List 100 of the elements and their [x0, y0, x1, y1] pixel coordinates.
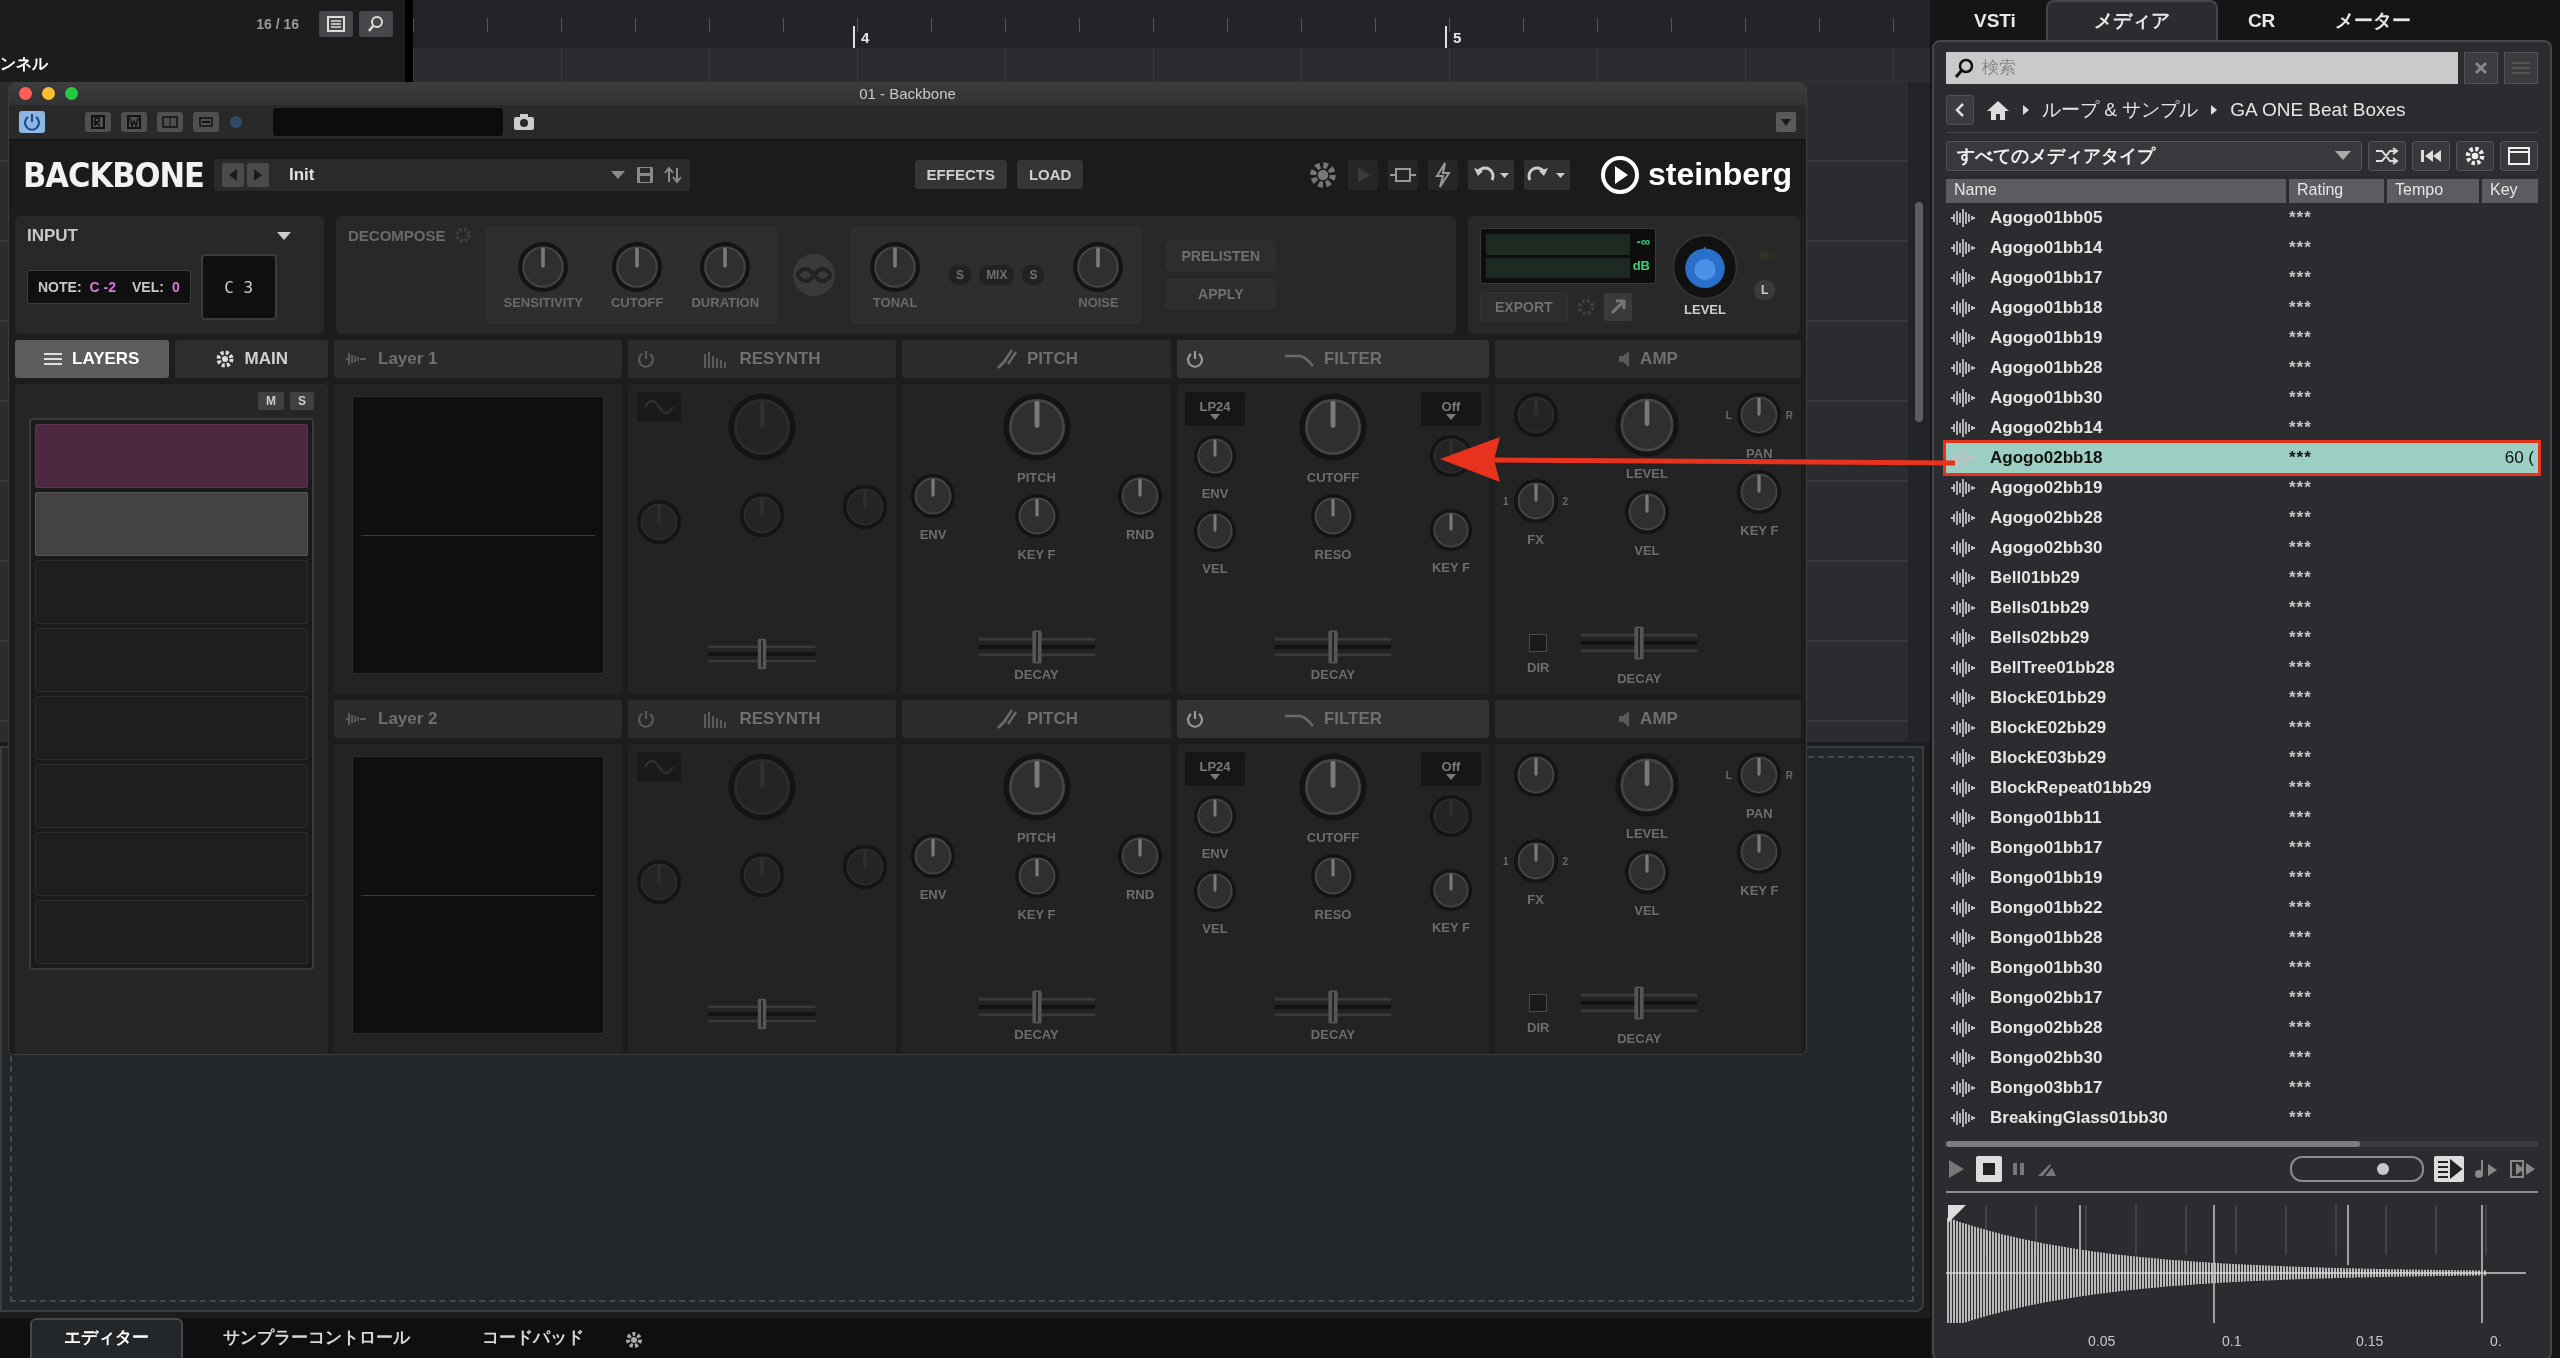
- panel-tab[interactable]: CR: [2217, 2, 2306, 40]
- dropdown-icon[interactable]: [1776, 111, 1796, 132]
- knob[interactable]: [1512, 838, 1559, 884]
- media-row[interactable]: Bongo02bb28 ***: [1946, 1013, 2538, 1043]
- search-field[interactable]: 検索: [1946, 52, 2458, 84]
- knob[interactable]: [1001, 752, 1072, 822]
- media-row[interactable]: BlockE02bb29 ***: [1946, 713, 2538, 743]
- media-row[interactable]: Bell01bb29 ***: [1946, 563, 2538, 593]
- knob[interactable]: [1310, 853, 1356, 899]
- drag-icon[interactable]: [1603, 293, 1632, 322]
- media-row[interactable]: Agogo02bb28 ***: [1946, 503, 2538, 533]
- channel-toggle[interactable]: L: [1754, 280, 1776, 301]
- knob[interactable]: [910, 472, 956, 519]
- knob[interactable]: [1735, 392, 1782, 438]
- horizontal-scrollbar[interactable]: [1946, 1141, 2538, 1147]
- filter-type-dropdown[interactable]: LP24: [1185, 752, 1245, 786]
- media-row[interactable]: Agogo01bb19 ***: [1946, 323, 2538, 353]
- knob[interactable]: [1310, 493, 1356, 539]
- knob[interactable]: [869, 240, 922, 293]
- knob[interactable]: [1512, 752, 1559, 798]
- shuffle-button[interactable]: [2368, 141, 2406, 171]
- sort-icon[interactable]: [663, 165, 682, 184]
- knob[interactable]: [1193, 794, 1237, 838]
- play-icon[interactable]: [1348, 159, 1378, 190]
- editor-tab[interactable]: コードパッド: [450, 1320, 616, 1358]
- caret-icon[interactable]: [276, 231, 292, 242]
- solo-button[interactable]: S: [290, 392, 314, 410]
- preset-field[interactable]: [273, 107, 503, 136]
- media-row[interactable]: BellTree01bb28 ***: [1946, 653, 2538, 683]
- media-row[interactable]: Agogo01bb28 ***: [1946, 353, 2538, 383]
- panel-tab[interactable]: メーター: [2305, 2, 2442, 40]
- media-row[interactable]: BlockRepeat01bb29 ***: [1946, 773, 2538, 803]
- media-row[interactable]: Bongo01bb30 ***: [1946, 953, 2538, 983]
- header-button[interactable]: EFFECTS: [914, 160, 1007, 190]
- media-row[interactable]: Bongo01bb19 ***: [1946, 863, 2538, 893]
- knob[interactable]: [1072, 240, 1125, 293]
- list-view-button[interactable]: [2504, 52, 2538, 84]
- previous-icon[interactable]: [221, 162, 244, 187]
- media-row[interactable]: Agogo02bb18 *** 60 (: [1946, 443, 2538, 473]
- auto-play-icon[interactable]: [2434, 1156, 2464, 1182]
- editor-tab[interactable]: サンプラーコントロール: [191, 1320, 442, 1358]
- media-type-dropdown[interactable]: すべてのメディアタイプ: [1946, 141, 2362, 171]
- undo-icon[interactable]: [1468, 159, 1514, 190]
- play-icon[interactable]: [1946, 1158, 1966, 1180]
- header-button[interactable]: LOAD: [1016, 160, 1084, 190]
- volume-slider[interactable]: [2290, 1156, 2424, 1182]
- gear-icon[interactable]: [1308, 159, 1338, 190]
- knob[interactable]: [1193, 869, 1237, 913]
- power-icon[interactable]: [636, 709, 656, 729]
- caret-icon[interactable]: [609, 169, 626, 180]
- panel-button[interactable]: [193, 111, 219, 132]
- media-row[interactable]: Agogo01bb05 ***: [1946, 203, 2538, 233]
- knob[interactable]: [1623, 489, 1670, 535]
- knob[interactable]: [1736, 829, 1783, 875]
- view-tab[interactable]: LAYERS: [15, 340, 169, 378]
- media-row[interactable]: Bongo01bb11 ***: [1946, 803, 2538, 833]
- read-button[interactable]: [85, 111, 111, 132]
- filter-type-dropdown[interactable]: LP24: [1185, 392, 1245, 426]
- mute-button[interactable]: M: [258, 392, 284, 410]
- knob[interactable]: [1613, 752, 1680, 818]
- view-tab[interactable]: MAIN: [174, 340, 328, 378]
- knob[interactable]: [1623, 849, 1670, 895]
- knob[interactable]: [1429, 508, 1473, 552]
- dir-checkbox[interactable]: [1529, 993, 1548, 1012]
- write-button[interactable]: [121, 111, 147, 132]
- media-row[interactable]: Agogo01bb18 ***: [1946, 293, 2538, 323]
- panel-tab[interactable]: メディア: [2045, 0, 2218, 40]
- media-row[interactable]: Bells01bb29 ***: [1946, 593, 2538, 623]
- home-icon[interactable]: [1986, 99, 2010, 121]
- media-row[interactable]: Agogo01bb17 ***: [1946, 263, 2538, 293]
- power-icon[interactable]: [1185, 349, 1205, 369]
- compare-button[interactable]: [157, 111, 183, 132]
- list-button[interactable]: [319, 11, 353, 37]
- window-button[interactable]: [2500, 141, 2538, 171]
- knob[interactable]: [517, 240, 570, 293]
- column-header[interactable]: Rating: [2289, 179, 2384, 203]
- close-button[interactable]: [19, 87, 32, 101]
- filter-mode-dropdown[interactable]: Off: [1421, 752, 1481, 786]
- knob[interactable]: [699, 240, 752, 293]
- save-icon[interactable]: [635, 165, 654, 184]
- minimize-button[interactable]: [42, 87, 55, 101]
- media-row[interactable]: Bells02bb29 ***: [1946, 623, 2538, 653]
- knob[interactable]: [1001, 392, 1072, 462]
- media-row[interactable]: Bongo03bb17 ***: [1946, 1073, 2538, 1103]
- scrollbar-thumb[interactable]: [1915, 202, 1923, 422]
- filter-mode-dropdown[interactable]: Off: [1421, 392, 1481, 426]
- editor-tab[interactable]: エディター: [30, 1318, 183, 1358]
- breadcrumb-item[interactable]: ループ & サンプル: [2042, 97, 2199, 123]
- settings-button[interactable]: [2456, 141, 2494, 171]
- breadcrumb-item[interactable]: GA ONE Beat Boxes: [2230, 99, 2406, 121]
- column-header[interactable]: Name: [1946, 179, 2286, 203]
- knob[interactable]: [1736, 469, 1783, 515]
- column-header[interactable]: Tempo: [2387, 179, 2479, 203]
- lightning-icon[interactable]: [1428, 159, 1458, 190]
- media-row[interactable]: Agogo02bb14 ***: [1946, 413, 2538, 443]
- media-row[interactable]: BlockE03bb29 ***: [1946, 743, 2538, 773]
- back-button[interactable]: [1946, 95, 1974, 125]
- knob[interactable]: [910, 832, 956, 879]
- knob[interactable]: [1193, 434, 1237, 478]
- media-row[interactable]: Agogo01bb14 ***: [1946, 233, 2538, 263]
